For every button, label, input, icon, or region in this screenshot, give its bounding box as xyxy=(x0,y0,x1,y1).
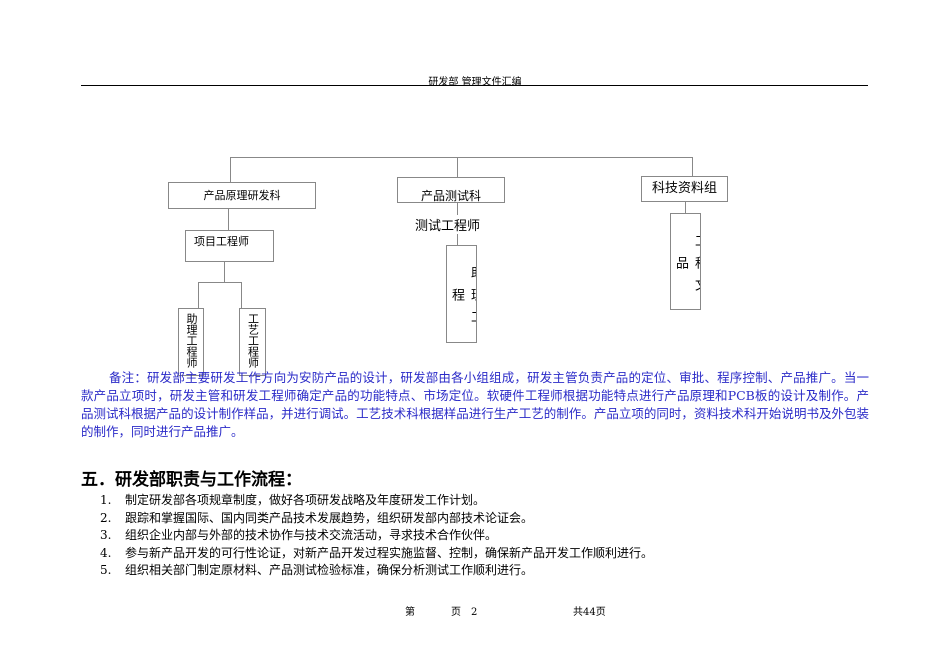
org-box-dept3-sub: 工程文品 xyxy=(670,213,701,310)
org-box-dept1-sub1: 助理工程师 xyxy=(178,308,204,376)
connector xyxy=(198,282,242,283)
org-box-dept1-sub2: 工艺工程师 xyxy=(239,308,266,376)
footer-page: 第 页2 xyxy=(405,603,477,618)
list-item: 3. 组织企业内部与外部的技术协作与技术交流活动，寻求技术合作伙伴。 xyxy=(100,527,653,545)
org-box-label: 工程文品 xyxy=(673,233,701,300)
connector xyxy=(241,282,242,308)
connector xyxy=(457,157,458,177)
list-item: 4. 参与新产品开发的可行性论证，对新产品开发过程实施监督、控制，确保新产品开发工… xyxy=(100,545,653,563)
connector xyxy=(692,157,693,176)
list-item: 2. 跟踪和掌握国际、国内同类产品技术发展趋势，组织研发部内部技术论证会。 xyxy=(100,510,653,528)
list-text: 制定研发部各项规章制度，做好各项研发战略及年度研发工作计划。 xyxy=(125,493,486,507)
list-number: 2. xyxy=(100,510,112,525)
list-text: 跟踪和掌握国际、国内同类产品技术发展趋势，组织研发部内部技术论证会。 xyxy=(125,510,534,525)
list-item: 1. 制定研发部各项规章制度，做好各项研发战略及年度研发工作计划。 xyxy=(100,492,653,510)
list-text: 参与新产品开发的可行性论证，对新产品开发过程实施监督、控制，确保新产品开发工作顺… xyxy=(125,545,654,560)
footer-page-number: 2 xyxy=(471,607,478,618)
org-box-dept1-lead: 项目工程师 xyxy=(185,230,274,262)
connector xyxy=(228,209,229,230)
footer-page-prefix: 第 xyxy=(405,607,415,618)
org-box-dept2: 产品测试科 xyxy=(397,177,505,203)
connector xyxy=(198,282,199,308)
org-box-label: 助理工程 xyxy=(449,266,477,332)
document-page: 研发部 管理文件汇编 产品原理研发科 产品测试科 科技资料组 项目工程师 助理工… xyxy=(0,0,950,672)
footer-page-mid: 页 xyxy=(451,607,461,618)
list-number: 1. xyxy=(100,493,112,507)
list-number: 5. xyxy=(100,563,112,578)
org-box-dept3: 科技资料组 xyxy=(641,176,728,202)
org-label-dept2-lead: 测试工程师 xyxy=(415,215,481,234)
org-box-label: 助理工程师 xyxy=(185,313,198,368)
connector xyxy=(685,202,686,213)
list-text: 组织相关部门制定原材料、产品测试检验标准，确保分析测试工作顺利进行。 xyxy=(125,563,534,578)
footer-total: 共44页 xyxy=(573,607,606,618)
note-paragraph: 备注：研发部主要研发工作方向为安防产品的设计，研发部由各小组组成，研发主管负责产… xyxy=(81,370,869,439)
list-item: 5. 组织相关部门制定原材料、产品测试检验标准，确保分析测试工作顺利进行。 xyxy=(100,562,653,580)
list-text: 组织企业内部与外部的技术协作与技术交流活动，寻求技术合作伙伴。 xyxy=(125,528,498,543)
section-heading: 五．研发部职责与工作流程： xyxy=(81,470,302,490)
connector xyxy=(230,157,231,182)
connector xyxy=(230,157,693,158)
org-box-dept1: 产品原理研发科 xyxy=(168,182,316,209)
list-number: 3. xyxy=(100,528,112,543)
connector xyxy=(224,262,225,282)
list-number: 4. xyxy=(100,545,112,560)
duty-list: 1. 制定研发部各项规章制度，做好各项研发战略及年度研发工作计划。 2. 跟踪和掌握… xyxy=(100,492,653,580)
org-box-label: 工艺工程师 xyxy=(246,313,260,368)
header-rule xyxy=(81,85,868,86)
org-box-dept2-sub: 助理工程 xyxy=(446,245,477,343)
